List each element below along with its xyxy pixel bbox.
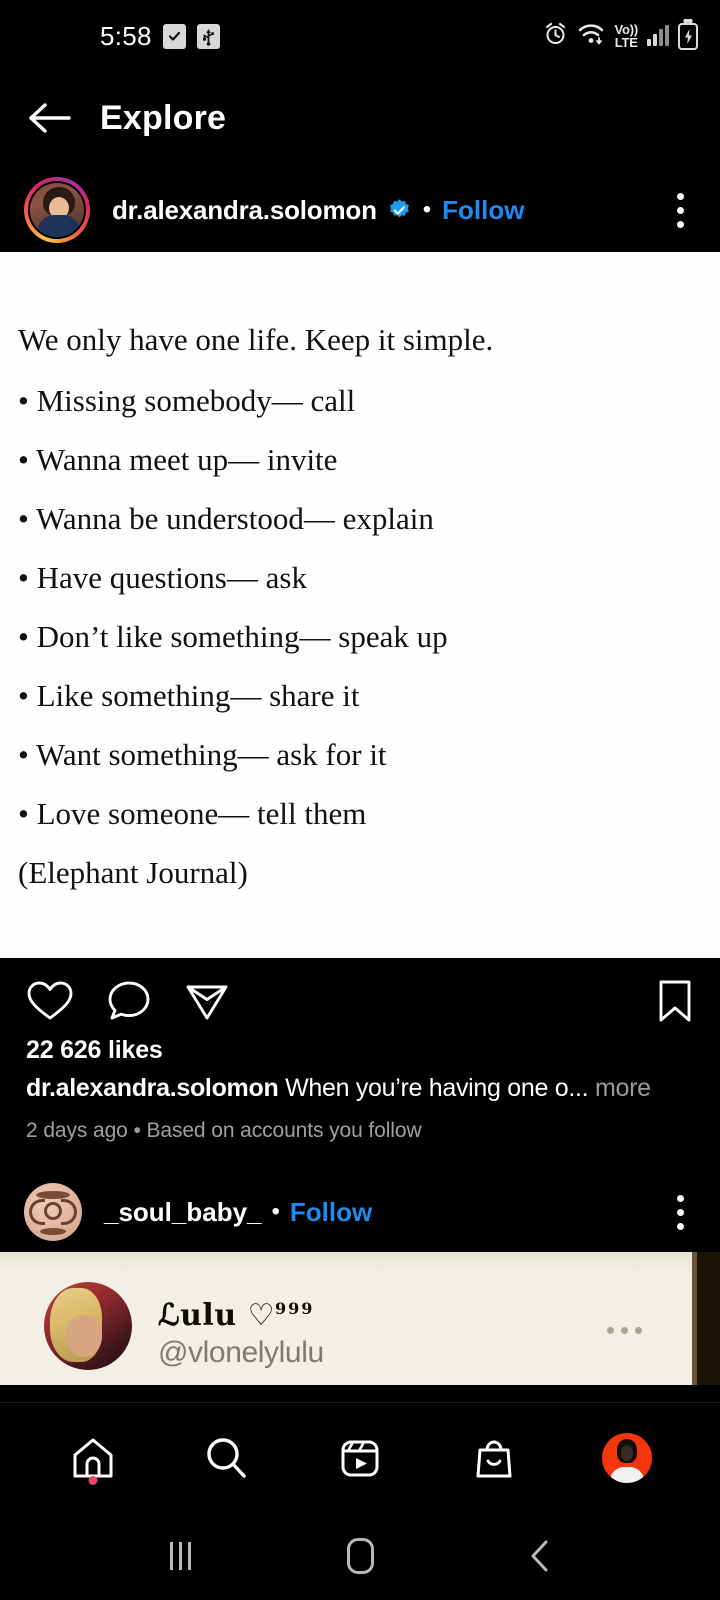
alarm-icon (543, 21, 568, 51)
profile-avatar-icon (602, 1432, 653, 1483)
quote-line: • Wanna meet up— invite (18, 442, 338, 477)
kebab-menu-icon[interactable] (677, 1194, 696, 1230)
avatar[interactable] (24, 1183, 82, 1241)
explore-header: Explore (0, 72, 720, 164)
home-pill-icon[interactable] (325, 1521, 395, 1591)
post-author-block: dr.alexandra.solomon • Follow (112, 195, 524, 226)
post2-header: _soul_baby_ • Follow (0, 1174, 720, 1250)
back-arrow-icon[interactable] (26, 95, 72, 141)
status-bar-left: 5:58 (0, 21, 220, 52)
quote-line: • Have questions— ask (18, 560, 307, 595)
signal-bars-icon (647, 25, 669, 46)
comment-icon[interactable] (106, 979, 152, 1023)
tweet-display-name: ℒulu ♡999 (158, 1298, 314, 1333)
page-title: Explore (100, 98, 227, 137)
quote-source: (Elephant Journal) (18, 855, 248, 890)
tweet-display-name-superscript: 999 (274, 1299, 315, 1318)
quote-line: • Want something— ask for it (18, 737, 387, 772)
quote-line: • Love someone— tell them (18, 796, 367, 831)
battery-charging-icon (678, 22, 698, 50)
more-horizontal-icon (607, 1327, 642, 1334)
nav-item-reels[interactable] (320, 1418, 400, 1498)
bottom-nav (0, 1402, 720, 1512)
post-caption[interactable]: dr.alexandra.solomon When you’re having … (26, 1074, 694, 1103)
recents-icon[interactable] (145, 1521, 215, 1591)
separator-dot: • (422, 196, 432, 223)
heart-icon[interactable] (26, 979, 74, 1023)
search-icon (207, 1437, 247, 1478)
share-paper-plane-icon[interactable] (184, 979, 230, 1023)
action-bar-left (26, 979, 230, 1023)
post-timestamp: 2 days ago • Based on accounts you follo… (26, 1119, 422, 1142)
nav-item-search[interactable] (186, 1418, 266, 1498)
caption-username[interactable]: dr.alexandra.solomon (26, 1074, 279, 1102)
status-bar: 5:58 Vo)) LTE (0, 0, 720, 72)
post-username[interactable]: dr.alexandra.solomon (112, 195, 377, 226)
shop-bag-icon (476, 1440, 512, 1477)
post2-username[interactable]: _soul_baby_ (104, 1197, 262, 1228)
home-notification-badge (88, 1475, 98, 1485)
avatar-image (28, 181, 86, 239)
tweet-card-top-edge (0, 1252, 720, 1276)
instagram-explore-screen: 5:58 Vo)) LTE Explore dr.alexandra.solom… (0, 0, 720, 1600)
tweet-card-right-edge (697, 1252, 720, 1385)
quote-line: • Like something— share it (18, 678, 360, 713)
action-bar-right (656, 978, 694, 1024)
quote-line: We only have one life. Keep it simple. (18, 322, 494, 357)
caption-text: When you’re having one o... (285, 1074, 589, 1102)
post-image[interactable]: We only have one life. Keep it simple. •… (0, 252, 720, 958)
post-action-bar (0, 958, 720, 1044)
quote-line: • Wanna be understood— explain (18, 501, 434, 536)
post2-image[interactable]: ℒulu ♡999 @vlonelylulu (0, 1252, 720, 1385)
avatar[interactable] (24, 177, 90, 243)
back-chevron-icon[interactable] (505, 1521, 575, 1591)
nav-item-shop[interactable] (454, 1418, 534, 1498)
tweet-handle: @vlonelylulu (158, 1336, 324, 1369)
caption-more-link[interactable]: more (595, 1074, 651, 1102)
android-navigation-bar (0, 1512, 720, 1600)
volte-label-bottom: LTE (614, 35, 638, 50)
quote-line: • Missing somebody— call (18, 383, 356, 418)
quote-line: • Don’t like something— speak up (18, 619, 448, 654)
tweet-display-name-text: ℒulu ♡ (158, 1298, 275, 1333)
bookmark-icon[interactable] (656, 978, 694, 1024)
kebab-menu-icon[interactable] (677, 192, 696, 228)
tweet-avatar (44, 1282, 132, 1370)
post-header: dr.alexandra.solomon • Follow (0, 168, 720, 252)
like-count[interactable]: 22 626 likes (26, 1036, 163, 1065)
checkbox-checked-icon (162, 23, 186, 49)
follow-button[interactable]: Follow (290, 1197, 372, 1228)
usb-icon (196, 23, 220, 49)
status-bar-right: Vo)) LTE (543, 21, 698, 51)
status-bar-clock: 5:58 (100, 20, 152, 51)
reels-icon (341, 1440, 379, 1476)
volte-icon: Vo)) LTE (614, 23, 638, 49)
wifi-icon (577, 21, 605, 51)
separator-dot: • (271, 1198, 280, 1225)
nav-item-home[interactable] (53, 1418, 133, 1498)
verified-badge-icon (387, 198, 412, 223)
nav-item-profile[interactable] (587, 1418, 667, 1498)
follow-button[interactable]: Follow (442, 195, 524, 226)
